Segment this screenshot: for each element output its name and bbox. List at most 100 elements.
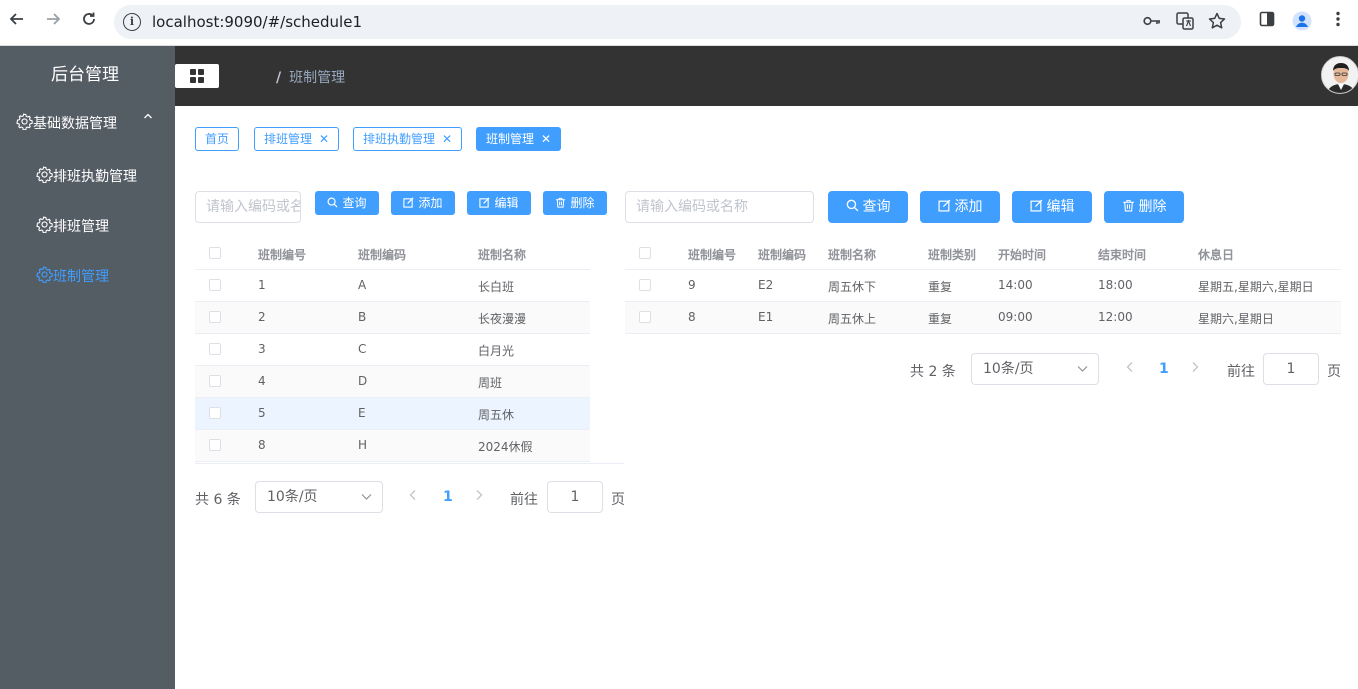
right-add-button[interactable]: 添加: [920, 191, 1000, 223]
more-vert-icon[interactable]: [1327, 11, 1349, 33]
table-cell: 星期六,星期日: [1198, 312, 1274, 326]
profile-icon[interactable]: [1291, 11, 1313, 33]
right-current-page[interactable]: 1: [1159, 361, 1169, 377]
gear-icon: [36, 166, 53, 183]
right-prev-page-icon[interactable]: [1126, 361, 1134, 377]
row-checkbox[interactable]: [209, 279, 221, 291]
sidebar-title: 后台管理: [51, 65, 119, 85]
right-delete-button[interactable]: 删除: [1104, 191, 1184, 223]
table-cell: 星期五,星期六,星期日: [1198, 280, 1314, 294]
right-table: 班制编号 班制编码 班制名称 班制类别 开始时间 结束时间 休息日 9 E2 周…: [625, 238, 1341, 336]
left-add-button[interactable]: 添加: [391, 191, 455, 215]
right-search-input[interactable]: 请输入编码或名称: [625, 191, 814, 223]
column-header: 班制编号: [258, 248, 307, 262]
site-info-icon[interactable]: i: [123, 13, 141, 31]
table-cell: 1: [258, 278, 266, 292]
address-bar[interactable]: i localhost:9090/#/schedule1: [114, 5, 1241, 39]
table-row[interactable]: 5 E 周五休: [195, 398, 590, 430]
table-cell: 3: [258, 342, 266, 356]
left-current-page[interactable]: 1: [443, 489, 453, 505]
table-cell: 9: [688, 278, 696, 292]
right-pagination-total: 共 2 条: [910, 364, 956, 380]
grid-menu-icon[interactable]: [175, 64, 219, 88]
sidebar-item-label: 排班管理: [53, 219, 109, 235]
forward-icon[interactable]: [42, 11, 64, 33]
tag-shift-system[interactable]: 班制管理 ✕: [476, 127, 562, 151]
left-pagination-total: 共 6 条: [195, 492, 241, 508]
left-edit-button[interactable]: 编辑: [467, 191, 531, 215]
table-cell: E2: [758, 278, 774, 292]
right-goto-input[interactable]: 1: [1263, 353, 1319, 385]
left-page-size-select[interactable]: 10条/页: [255, 481, 383, 513]
left-delete-button[interactable]: 删除: [543, 191, 607, 215]
row-checkbox[interactable]: [639, 311, 651, 323]
right-query-button[interactable]: 查询: [828, 191, 908, 223]
tag-home[interactable]: 首页: [195, 127, 240, 151]
tag-schedule[interactable]: 排班管理 ✕: [254, 127, 340, 151]
select-all-checkbox[interactable]: [209, 247, 221, 259]
table-cell: 白月光: [478, 344, 515, 358]
row-checkbox[interactable]: [209, 311, 221, 323]
table-cell: 周五休: [478, 408, 515, 422]
table-row[interactable]: 4 D 周班: [195, 366, 590, 398]
row-checkbox[interactable]: [209, 407, 221, 419]
address-url: localhost:9090/#/schedule1: [152, 13, 362, 31]
table-cell: H: [358, 438, 368, 452]
table-header: 班制编号 班制编码 班制名称: [195, 238, 590, 270]
breadcrumb-current: 班制管理: [289, 70, 346, 86]
divider: [195, 463, 624, 464]
edit-icon: [1029, 199, 1042, 212]
breadcrumb: / 班制管理: [276, 67, 345, 87]
table-row[interactable]: 9 E2 周五休下 重复 14:00 18:00 星期五,星期六,星期日: [625, 270, 1341, 302]
sidebar-item-label: 班制管理: [53, 269, 109, 285]
table-cell: A: [358, 278, 367, 292]
row-checkbox[interactable]: [209, 343, 221, 355]
table-row[interactable]: 3 C 白月光: [195, 334, 590, 366]
left-next-page-icon[interactable]: [475, 489, 483, 505]
key-icon[interactable]: [1142, 12, 1162, 32]
bookmark-star-icon[interactable]: [1207, 12, 1227, 32]
sidebar-item-shift-system[interactable]: 班制管理: [0, 250, 175, 300]
left-search-input[interactable]: 请输入编码或名称: [195, 191, 301, 223]
right-page-size-select[interactable]: 10条/页: [971, 353, 1099, 385]
select-all-checkbox[interactable]: [639, 247, 651, 259]
table-row[interactable]: 2 B 长夜漫漫: [195, 302, 590, 334]
table-row[interactable]: 8 E1 周五休上 重复 09:00 12:00 星期六,星期日: [625, 302, 1341, 334]
column-header: 班制编码: [758, 248, 807, 262]
column-header: 班制类别: [928, 248, 977, 262]
gear-icon: [16, 113, 33, 130]
close-icon[interactable]: ✕: [442, 132, 452, 146]
menu-group-basic-data[interactable]: 基础数据管理: [0, 97, 175, 147]
page-size-value: 10条/页: [267, 489, 318, 505]
sidebar-item-schedule[interactable]: 排班管理: [0, 200, 175, 250]
close-icon[interactable]: ✕: [541, 132, 551, 146]
tag-duty-schedule[interactable]: 排班执勤管理 ✕: [353, 127, 463, 151]
back-icon[interactable]: [6, 11, 28, 33]
reload-icon[interactable]: [78, 11, 100, 33]
row-checkbox[interactable]: [209, 375, 221, 387]
left-table: 班制编号 班制编码 班制名称 1 A 长白班 2 B 长夜漫漫 3 C 白月光 …: [195, 238, 590, 464]
row-checkbox[interactable]: [639, 279, 651, 291]
table-cell: 18:00: [1098, 278, 1133, 292]
table-row[interactable]: 8 H 2024休假: [195, 430, 590, 462]
right-edit-button[interactable]: 编辑: [1012, 191, 1092, 223]
avatar[interactable]: [1321, 56, 1358, 94]
row-checkbox[interactable]: [209, 439, 221, 451]
right-next-page-icon[interactable]: [1191, 361, 1199, 377]
table-cell: 8: [688, 310, 696, 324]
close-icon[interactable]: ✕: [319, 132, 329, 146]
sidebar: 后台管理 基础数据管理 排班执勤管理 排班管理 班制管理: [0, 46, 175, 689]
translate-icon[interactable]: [1175, 12, 1195, 32]
column-header: 班制名称: [478, 248, 527, 262]
table-row[interactable]: 1 A 长白班: [195, 270, 590, 302]
browser-toolbar: i localhost:9090/#/schedule1: [0, 0, 1358, 46]
column-header: 休息日: [1198, 248, 1235, 262]
tag-label: 首页: [205, 132, 230, 146]
table-cell: 周班: [478, 376, 503, 390]
left-query-button[interactable]: 查询: [315, 191, 379, 215]
side-panel-icon[interactable]: [1256, 11, 1278, 33]
left-prev-page-icon[interactable]: [409, 489, 417, 505]
left-goto-input[interactable]: 1: [547, 481, 603, 513]
table-cell: 周五休上: [828, 312, 877, 326]
sidebar-item-duty-schedule[interactable]: 排班执勤管理: [0, 150, 175, 200]
